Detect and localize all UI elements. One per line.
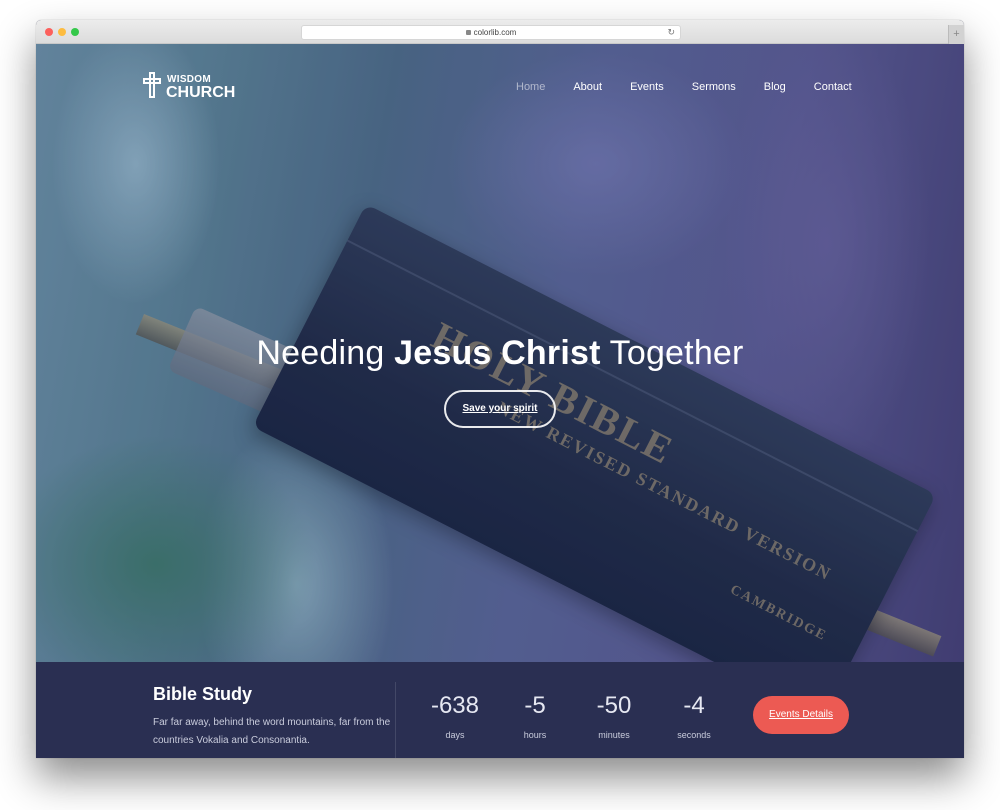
minimize-window-button[interactable] xyxy=(58,28,66,36)
nav-sermons[interactable]: Sermons xyxy=(692,81,736,93)
maximize-window-button[interactable] xyxy=(71,28,79,36)
nav-events[interactable]: Events xyxy=(630,81,664,93)
logo-text-bottom: CHURCH xyxy=(166,84,236,101)
event-description: Far far away, behind the word mountains,… xyxy=(153,717,391,746)
main-nav: Home About Events Sermons Blog Contact xyxy=(516,81,880,93)
cross-icon xyxy=(143,72,161,98)
url-text: colorlib.com xyxy=(473,28,517,37)
lock-icon xyxy=(465,30,471,35)
events-details-button[interactable]: Events Details xyxy=(753,696,849,734)
hero-section: HOLY BIBLE NEW REVISED STANDARD VERSION … xyxy=(36,44,964,662)
countdown-days: -638 days xyxy=(430,692,480,740)
nav-about[interactable]: About xyxy=(573,81,602,93)
close-window-button[interactable] xyxy=(45,28,53,36)
new-tab-button[interactable]: + xyxy=(948,25,964,44)
save-your-spirit-button[interactable]: Save your spirit xyxy=(444,390,556,428)
hero-headline: Needing Jesus Christ Together xyxy=(256,334,744,372)
headline-emphasis: Jesus Christ xyxy=(394,334,601,372)
reload-icon[interactable]: ↻ xyxy=(667,26,675,39)
nav-home[interactable]: Home xyxy=(516,81,545,93)
nav-contact[interactable]: Contact xyxy=(814,81,852,93)
divider xyxy=(395,682,396,758)
event-countdown-bar: Bible Study Far far away, behind the wor… xyxy=(36,662,964,758)
address-bar[interactable]: colorlib.com ↻ xyxy=(301,25,681,40)
countdown-seconds: -4 seconds xyxy=(677,692,711,740)
event-title: Bible Study xyxy=(153,684,253,704)
nav-blog[interactable]: Blog xyxy=(764,81,786,93)
countdown-minutes: -50 minutes xyxy=(596,692,632,740)
browser-window: colorlib.com ↻ + HOLY BIBLE NEW REVISED … xyxy=(36,20,964,758)
browser-titlebar: colorlib.com ↻ + xyxy=(36,20,964,44)
countdown-hours: -5 hours xyxy=(523,692,547,740)
